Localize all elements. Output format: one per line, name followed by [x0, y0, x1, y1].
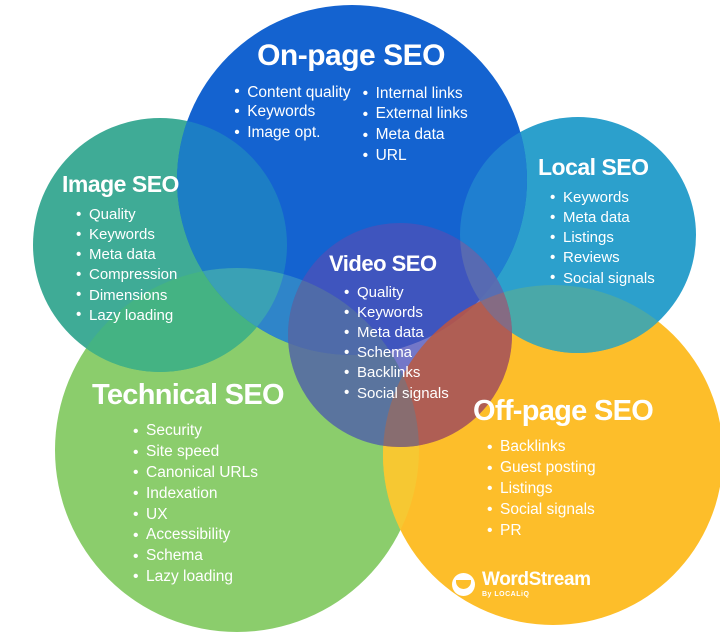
- venn-circles: [33, 5, 720, 632]
- seo-venn-diagram: On-page SEO Content quality Keywords Ima…: [0, 0, 720, 632]
